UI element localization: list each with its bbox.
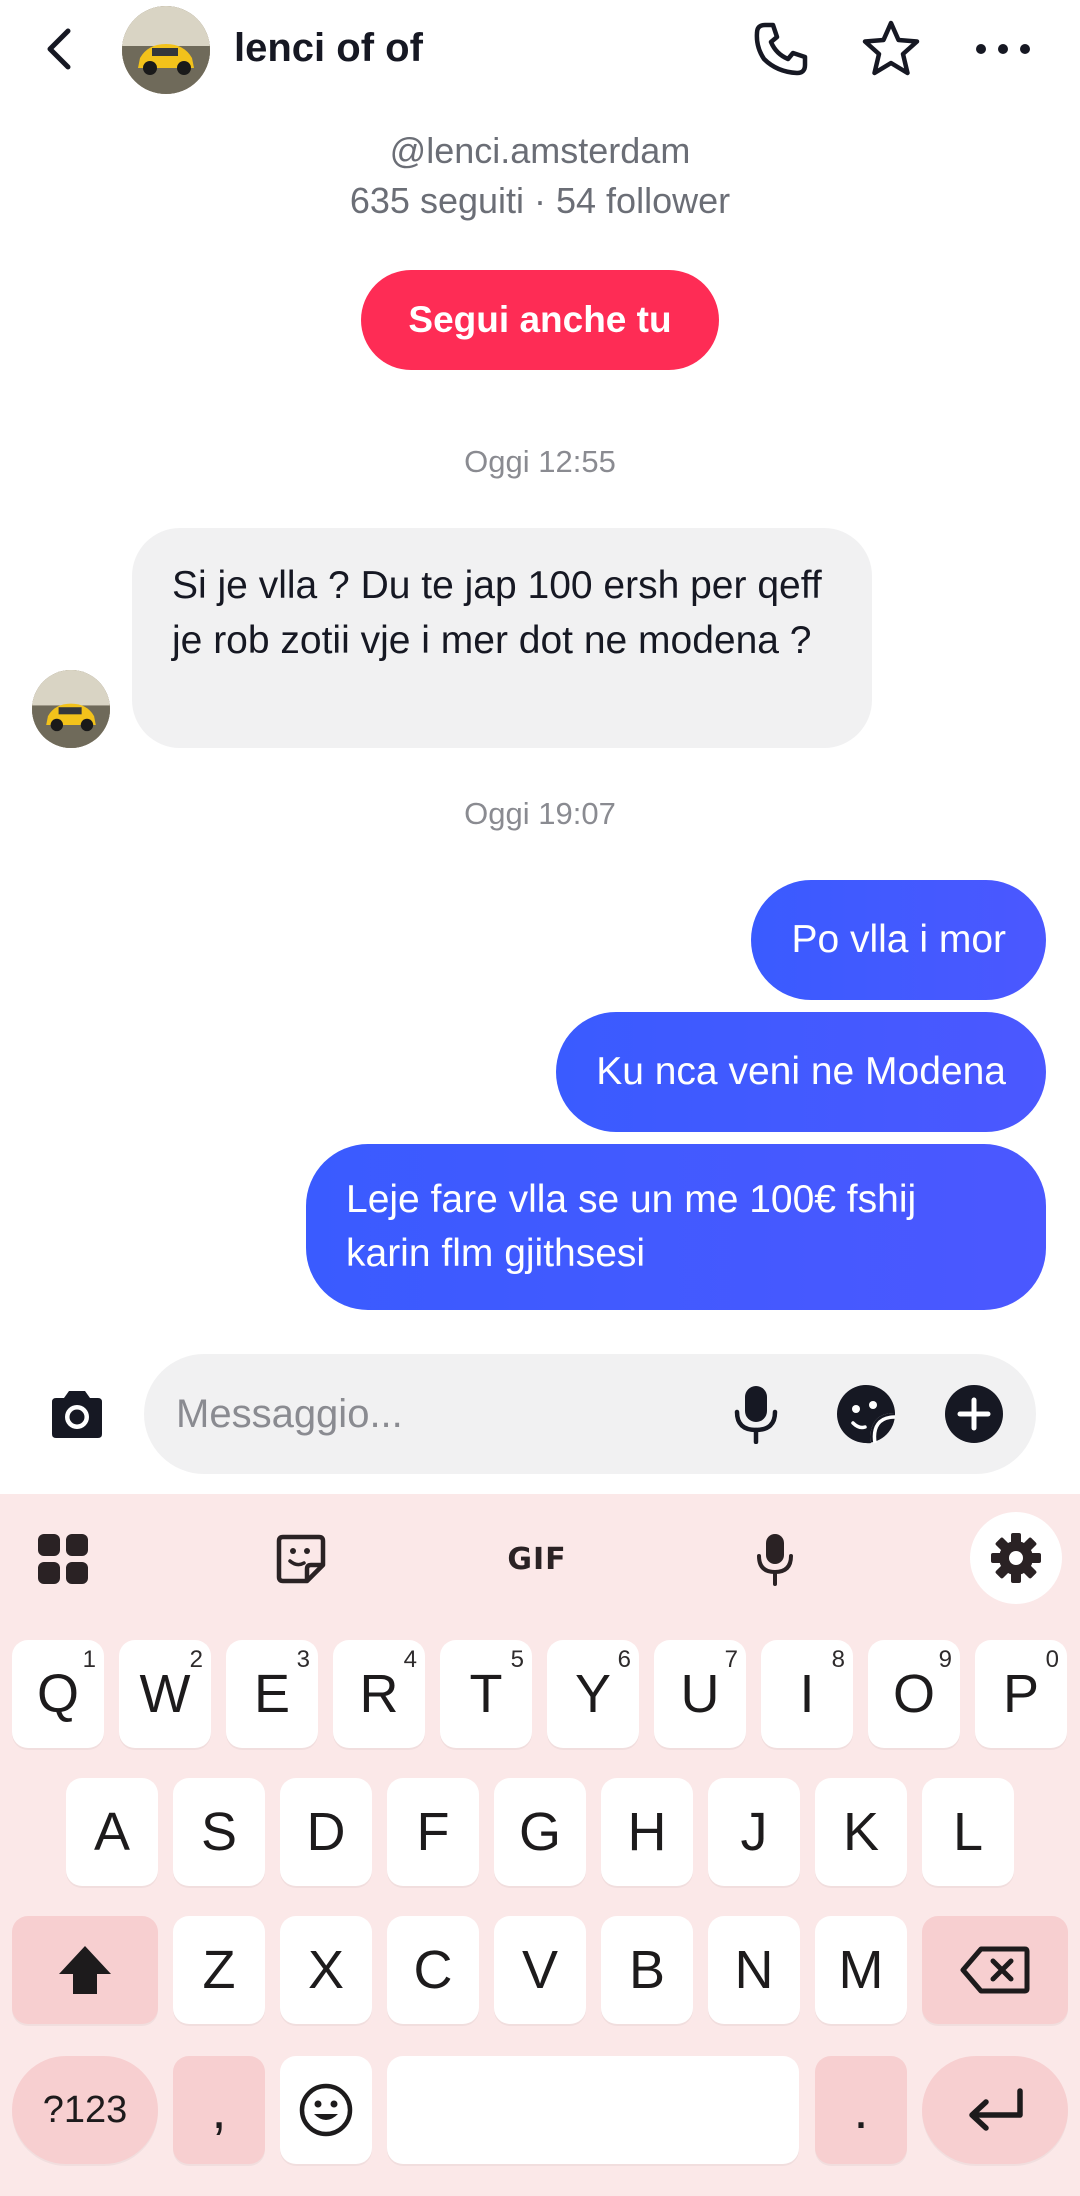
outgoing-message[interactable]: Leje fare vlla se un me 100€ fshij karin… [306,1144,1046,1310]
key-h[interactable]: H [601,1778,693,1886]
add-attachment-button[interactable] [942,1382,1006,1446]
sticker-icon [276,1534,326,1584]
emoji-key[interactable] [280,2056,372,2164]
space-bar[interactable] [387,2056,799,2164]
key-y[interactable]: Y6 [547,1640,639,1748]
key-n[interactable]: N [708,1916,800,2024]
enter-icon [969,2088,1023,2131]
incoming-message[interactable]: Si je vlla ? Du te jap 100 ersh per qeff… [132,528,872,748]
sticker-icon [837,1385,896,1444]
keyboard-apps-button[interactable] [20,1516,106,1602]
keyboard-sticker-button[interactable] [258,1516,344,1602]
voice-message-button[interactable] [724,1382,788,1446]
soft-keyboard: GIF Q1 W2 E3 R4 T5 Y6 U7 I 8 O 9 P 0 A S… [0,1494,1080,2196]
favorite-button[interactable] [858,16,924,82]
apps-grid-icon [38,1534,88,1584]
key-j[interactable]: J [708,1778,800,1886]
message-timestamp: Oggi 12:55 [464,444,616,479]
keyboard-settings-button[interactable] [970,1512,1062,1604]
key-g[interactable]: G [494,1778,586,1886]
emoji-icon [299,2083,353,2137]
key-z[interactable]: Z [173,1916,265,2024]
key-u[interactable]: U7 [654,1640,746,1748]
sticker-button[interactable] [834,1382,898,1446]
sender-avatar[interactable] [32,670,110,748]
key-p[interactable]: P0 [975,1640,1067,1748]
camera-icon [52,1391,102,1438]
contact-handle: @lenci.amsterdam [389,130,691,171]
settings-gear-icon [991,1533,1041,1583]
microphone-icon [734,1386,778,1444]
outgoing-message[interactable]: Po vlla i mor [751,880,1046,1000]
comma-key[interactable]: , [173,2056,265,2164]
keyboard-voice-button[interactable] [732,1516,818,1602]
key-s[interactable]: S [173,1778,265,1886]
chevron-left-icon [47,28,71,70]
key-k[interactable]: K [815,1778,907,1886]
key-d[interactable]: D [280,1778,372,1886]
key-e[interactable]: E3 [226,1640,318,1748]
gif-icon: GIF [507,1541,567,1577]
key-b[interactable]: B [601,1916,693,2024]
key-o[interactable]: O9 [868,1640,960,1748]
key-f[interactable]: F [387,1778,479,1886]
star-icon [862,20,920,76]
key-q[interactable]: Q1 [12,1640,104,1748]
enter-key[interactable] [922,2056,1068,2164]
shift-icon [59,1946,111,1994]
phone-icon [754,22,808,76]
chat-header: lenci of of [0,0,1080,104]
key-a[interactable]: A [66,1778,158,1886]
backspace-icon [960,1946,1030,1994]
key-m[interactable]: M [815,1916,907,2024]
key-x[interactable]: X [280,1916,372,2024]
more-options-button[interactable] [970,16,1036,82]
key-r[interactable]: R4 [333,1640,425,1748]
follow-back-button[interactable]: Segui anche tu [361,270,719,370]
keyboard-gif-button[interactable]: GIF [494,1516,580,1602]
contact-avatar[interactable] [122,6,210,94]
key-v[interactable]: V [494,1916,586,2024]
back-button[interactable] [36,24,86,74]
key-i[interactable]: I8 [761,1640,853,1748]
camera-button[interactable] [44,1382,110,1448]
message-input[interactable] [176,1354,676,1474]
call-button[interactable] [748,16,814,82]
outgoing-message[interactable]: Ku nca veni ne Modena [556,1012,1046,1132]
key-t[interactable]: T5 [440,1640,532,1748]
shift-key[interactable] [12,1916,158,2024]
contact-name[interactable]: lenci of of [234,26,423,71]
plus-circle-icon [945,1385,1003,1443]
message-timestamp: Oggi 19:07 [464,796,616,831]
contact-stats: 635 seguiti · 54 follower [349,180,731,221]
key-c[interactable]: C [387,1916,479,2024]
backspace-key[interactable] [922,1916,1068,2024]
microphone-icon [757,1534,793,1586]
message-composer [144,1354,1036,1474]
key-w[interactable]: W2 [119,1640,211,1748]
symbols-key[interactable]: ?123 [12,2056,158,2164]
period-key[interactable]: . [815,2056,907,2164]
more-icon [976,44,1030,54]
key-l[interactable]: L [922,1778,1014,1886]
